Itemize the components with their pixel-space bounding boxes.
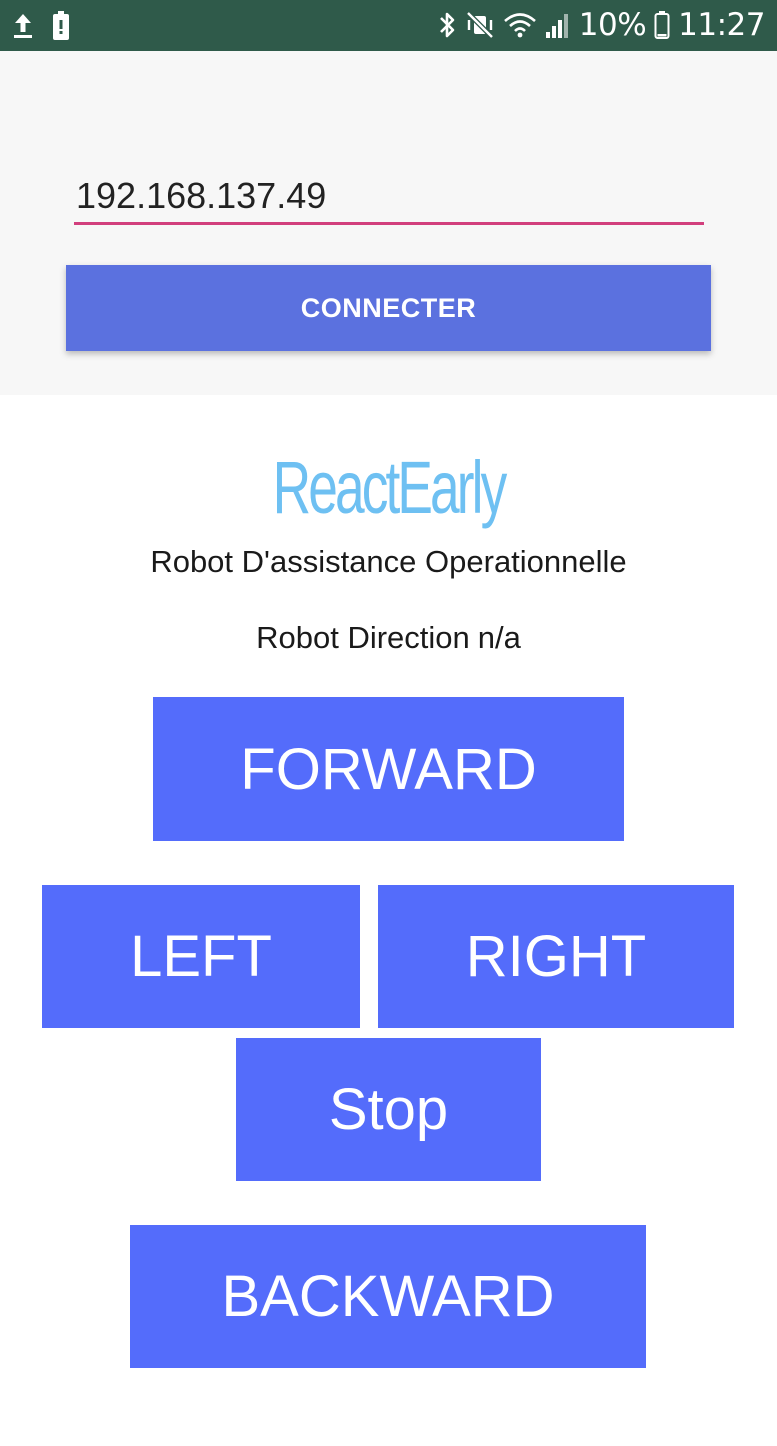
status-bar-right: 10% 11:27 xyxy=(437,6,765,44)
clock: 11:27 xyxy=(678,7,765,43)
upload-arrow-icon xyxy=(12,12,34,40)
direction-value: n/a xyxy=(477,620,521,655)
left-button[interactable]: LEFT xyxy=(42,885,360,1028)
battery-percent: 10% xyxy=(578,7,647,43)
bluetooth-icon xyxy=(437,10,457,40)
ip-address-input[interactable] xyxy=(74,169,704,225)
battery-level-icon xyxy=(654,10,670,40)
wifi-icon xyxy=(503,10,537,40)
vibrate-mute-icon xyxy=(465,10,495,40)
battery-icon xyxy=(52,11,70,41)
direction-label: Robot Direction xyxy=(256,620,470,655)
cell-signal-icon xyxy=(545,10,571,40)
connect-button[interactable]: CONNECTER xyxy=(66,265,711,351)
status-bar-left xyxy=(12,8,70,44)
forward-button[interactable]: FORWARD xyxy=(153,697,624,841)
app-subtitle: Robot D'assistance Operationnelle xyxy=(150,544,627,579)
connection-panel: CONNECTER xyxy=(0,51,777,395)
robot-direction-status: Robot Direction n/a xyxy=(0,618,777,658)
stop-button[interactable]: Stop xyxy=(236,1038,541,1181)
backward-button[interactable]: BACKWARD xyxy=(130,1225,646,1368)
right-button[interactable]: RIGHT xyxy=(378,885,734,1028)
status-bar: 10% 11:27 xyxy=(0,0,777,51)
react-early-logo: ReactEarly xyxy=(272,446,508,529)
